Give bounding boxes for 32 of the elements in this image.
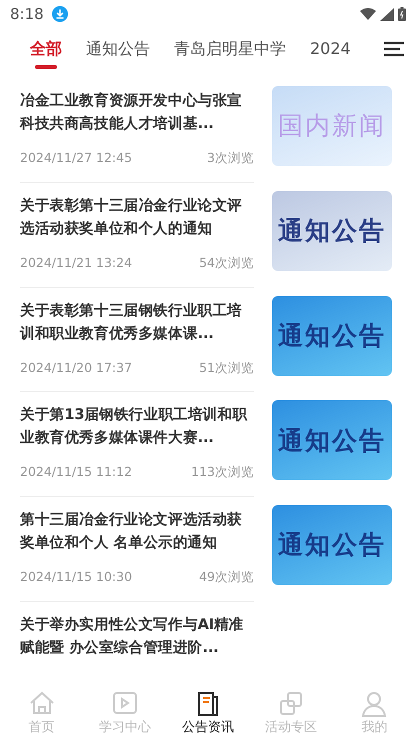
thumbnail-banner[interactable]: 通知公告 [272,505,392,585]
view-count: 49次浏览 [199,568,254,586]
article-title[interactable]: 关于举办实用性公文写作与AI精准赋能暨 办公室综合管理进阶... [20,612,254,659]
thumbnail-banner[interactable]: 通知公告 [272,296,392,376]
thumbnail-banner[interactable]: 通知公告 [272,400,392,480]
thumbnail-banner[interactable]: 通知公告 [272,190,392,271]
battery-icon [398,7,406,21]
status-time: 8:18 [10,4,44,25]
article-date: 2024/11/21 13:24 [20,254,132,272]
article-title[interactable]: 关于表彰第十三届冶金行业论文评选活动获奖单位和个人的通知 [20,194,254,240]
view-count: 3次浏览 [207,149,254,167]
view-count: 113次浏览 [191,463,254,482]
tab[interactable]: 2024 [298,37,363,69]
wifi-icon [360,8,376,20]
article-title[interactable]: 第十三届冶金行业论文评选活动获奖单位和个人 名单公示的通知 [20,508,254,554]
article-title[interactable]: 关于第13届钢铁行业职工培训和职业教育优秀多媒体课件大赛... [20,403,254,450]
menu-icon[interactable] [384,41,404,57]
nav-tab[interactable]: 公告资讯 [166,688,250,740]
article-date: 2024/11/15 10:30 [20,568,132,586]
tab[interactable]: 青岛启明星中学 [162,37,298,69]
article-title[interactable]: 关于表彰第十三届钢铁行业职工培训和职业教育优秀多媒体课... [20,298,254,344]
person-icon [360,690,388,718]
tab[interactable]: 全部 [18,37,74,69]
article-date: 2024/11/20 17:37 [20,358,132,376]
view-count: 51次浏览 [199,358,254,376]
download-icon [52,6,68,22]
tab[interactable]: 通知公告 [74,37,162,69]
article-date: 2024/11/15 11:12 [20,463,132,482]
signal-icon [380,8,394,20]
view-count: 54次浏览 [199,254,254,272]
article-date: 2024/11/27 12:45 [20,149,132,167]
article-title[interactable]: 冶金工业教育资源开发中心与张宣科技共商高技能人才培训基... [20,89,254,135]
